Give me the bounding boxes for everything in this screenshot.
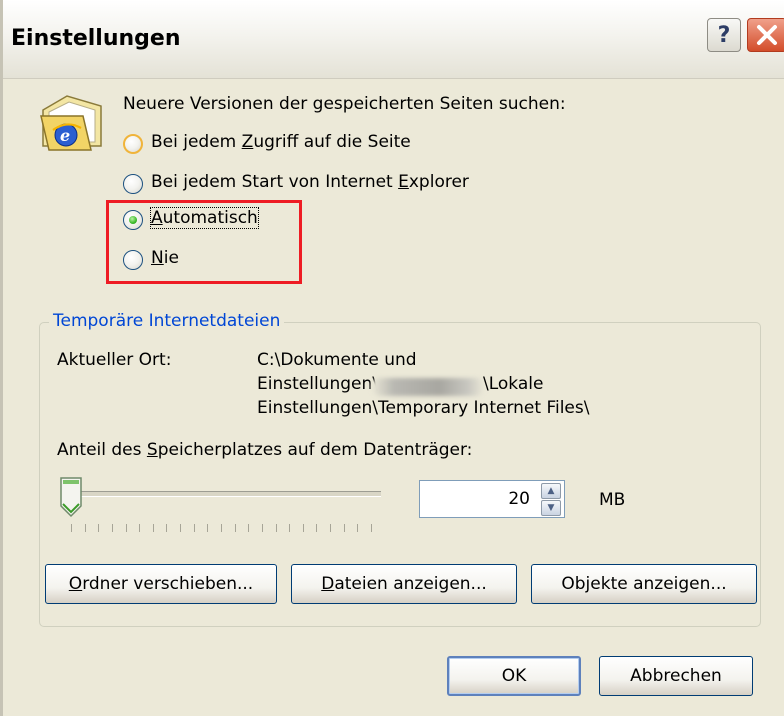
spin-up-icon[interactable]: ▲ bbox=[541, 483, 561, 499]
slider-tick bbox=[166, 524, 167, 532]
slider-tick bbox=[262, 524, 263, 532]
disk-space-label: Anteil des Speicherplatzes auf dem Daten… bbox=[57, 440, 473, 460]
view-objects-button[interactable]: Ob j ekte anzeigen... bbox=[531, 564, 757, 604]
disk-space-slider-track[interactable] bbox=[75, 491, 381, 497]
slider-tick bbox=[180, 524, 181, 532]
slider-tick bbox=[303, 524, 304, 532]
slider-tick bbox=[112, 524, 113, 532]
slider-tick bbox=[71, 524, 72, 532]
title-bar[interactable]: Einstellungen ? bbox=[3, 0, 784, 79]
slider-tick bbox=[289, 524, 290, 532]
folder-ie-icon: e bbox=[40, 95, 102, 151]
help-icon[interactable]: ? bbox=[707, 18, 741, 52]
ok-button[interactable]: OK bbox=[447, 656, 581, 696]
red-highlight-box bbox=[106, 200, 302, 284]
slider-tick bbox=[221, 524, 222, 532]
view-files-button[interactable]: Dateien anzeigen... bbox=[291, 564, 517, 604]
spin-down-icon[interactable]: ▼ bbox=[541, 500, 561, 516]
slider-tick bbox=[357, 524, 358, 532]
dialog-title: Einstellungen bbox=[11, 26, 181, 51]
location-line-1: C:\Dokumente und bbox=[257, 350, 417, 370]
slider-tick bbox=[194, 524, 195, 532]
help-glyph: ? bbox=[717, 22, 731, 48]
radio-every-start[interactable] bbox=[123, 174, 143, 194]
slider-tick bbox=[330, 524, 331, 532]
slider-ticks bbox=[71, 524, 381, 534]
svg-text:e: e bbox=[60, 126, 70, 145]
slider-tick bbox=[276, 524, 277, 532]
close-icon[interactable] bbox=[747, 18, 784, 52]
slider-tick bbox=[98, 524, 99, 532]
location-line-3: Einstellungen\Temporary Internet Files\ bbox=[257, 398, 590, 418]
slider-tick bbox=[207, 524, 208, 532]
location-line-2b: \Lokale bbox=[483, 374, 544, 394]
slider-tick bbox=[235, 524, 236, 532]
radio-every-visit[interactable] bbox=[123, 134, 143, 154]
disk-space-unit: MB bbox=[599, 490, 626, 510]
radio-every-start-label[interactable]: Bei jedem Start von Internet Explorer bbox=[151, 172, 469, 192]
slider-tick bbox=[85, 524, 86, 532]
check-versions-label: Neuere Versionen der gespeicherten Seite… bbox=[123, 94, 566, 114]
slider-tick bbox=[153, 524, 154, 532]
settings-dialog: Einstellungen ? e Neuere Versionen der g… bbox=[0, 0, 784, 716]
disk-space-slider-thumb[interactable] bbox=[59, 476, 83, 518]
slider-tick bbox=[126, 524, 127, 532]
close-x-glyph bbox=[757, 25, 777, 45]
slider-tick bbox=[139, 524, 140, 532]
slider-tick bbox=[316, 524, 317, 532]
slider-tick bbox=[344, 524, 345, 532]
location-line-2a: Einstellungen\ bbox=[257, 374, 378, 394]
redacted-username bbox=[371, 378, 485, 396]
move-folder-button[interactable]: Ordner verschieben... bbox=[45, 564, 277, 604]
temp-files-group-title: Temporäre Internetdateien bbox=[49, 311, 285, 331]
slider-tick bbox=[248, 524, 249, 532]
slider-tick bbox=[371, 524, 372, 532]
cancel-button[interactable]: Abbrechen bbox=[599, 656, 753, 696]
location-label: Aktueller Ort: bbox=[57, 350, 172, 370]
radio-every-visit-label[interactable]: Bei jedem Zugriff auf die Seite bbox=[151, 132, 411, 152]
